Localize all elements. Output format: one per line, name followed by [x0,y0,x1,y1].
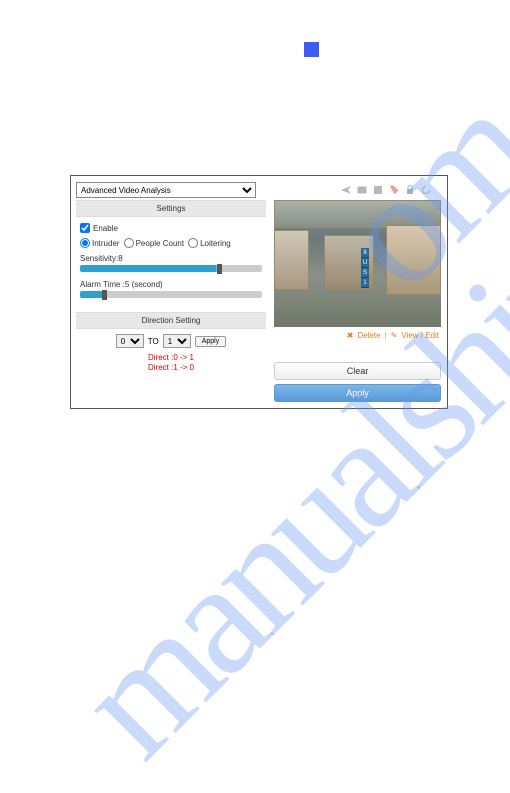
lock-icon[interactable] [404,184,416,196]
loitering-label: Loitering [200,239,231,248]
alarm-time-label: Alarm Time :5 (second) [80,280,262,289]
right-panel: 8 U S 1 ✖ Delete | ✎ View / Edit Clear A… [274,200,441,406]
indicator-digit: 1 [361,278,369,288]
blue-square-icon [304,42,319,57]
loitering-radio[interactable] [188,238,198,248]
direction-row: 0 TO 1 Apply [76,329,266,353]
people-count-radio[interactable] [124,238,134,248]
settings-body: Enable Intruder People Count Loitering S… [76,217,266,312]
toolbar [340,184,442,196]
direction-apply-button[interactable]: Apply [195,336,227,347]
people-count-label: People Count [136,239,184,248]
enable-checkbox[interactable] [80,223,90,233]
left-panel: Settings Enable Intruder People Count Lo… [76,200,266,406]
scene-back [274,200,441,228]
video-preview[interactable]: 8 U S 1 [274,200,441,327]
delete-link[interactable]: Delete [357,331,380,340]
separator: | [385,331,387,340]
delete-icon[interactable]: ✖ [347,331,354,340]
view-edit-link[interactable]: View / Edit [401,331,439,340]
direct-line-1: Direct :0 -> 1 [76,353,266,363]
tag-icon[interactable] [388,184,400,196]
film-icon[interactable] [372,184,384,196]
refresh-icon[interactable] [420,184,432,196]
sensitivity-slider[interactable] [80,265,262,272]
intruder-label: Intruder [92,239,120,248]
indicator-digit: S [361,268,369,278]
action-buttons: Clear Apply [274,362,441,406]
to-label: TO [148,337,159,346]
scene-shelf [274,230,309,290]
app-window: Advanced Video Analysis Settings Enable … [70,175,448,409]
direct-line-2: Direct :1 -> 0 [76,363,266,373]
analysis-dropdown[interactable]: Advanced Video Analysis [76,182,256,198]
direction-from-select[interactable]: 0 [116,334,144,348]
indicator-digit: 8 [361,248,369,258]
video-indicator: 8 U S 1 [361,248,369,288]
sensitivity-label: Sensitivity:8 [80,254,262,263]
video-actions: ✖ Delete | ✎ View / Edit [274,327,441,344]
alarm-time-slider[interactable] [80,291,262,298]
apply-button[interactable]: Apply [274,384,441,402]
direction-header: Direction Setting [76,312,266,329]
indicator-digit: U [361,258,369,268]
plane-icon[interactable] [340,184,352,196]
scene-shelf [386,225,441,295]
direction-to-select[interactable]: 1 [163,334,191,348]
clear-button[interactable]: Clear [274,362,441,380]
enable-label: Enable [93,224,118,233]
settings-header: Settings [76,200,266,217]
edit-icon[interactable]: ✎ [391,331,398,340]
content-area: Settings Enable Intruder People Count Lo… [71,200,447,406]
top-bar: Advanced Video Analysis [71,176,447,200]
direction-text: Direct :0 -> 1 Direct :1 -> 0 [76,353,266,374]
intruder-radio[interactable] [80,238,90,248]
photo-icon[interactable] [356,184,368,196]
